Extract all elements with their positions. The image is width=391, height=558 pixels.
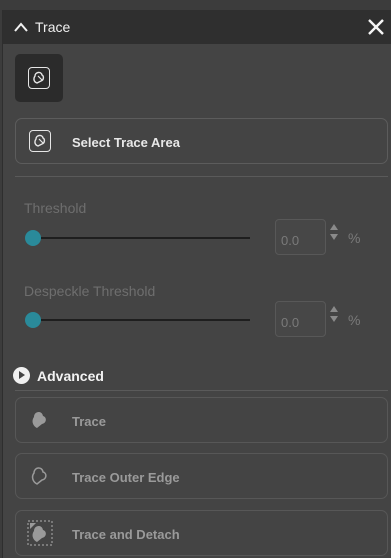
trace-filled-icon xyxy=(26,406,54,434)
trace-and-detach-button[interactable]: Trace and Detach xyxy=(15,510,388,556)
panel-title: Trace xyxy=(35,19,71,35)
panel-header[interactable]: Trace xyxy=(3,10,391,44)
trace-and-detach-label: Trace and Detach xyxy=(72,527,180,542)
trace-detach-icon xyxy=(26,519,54,547)
advanced-label: Advanced xyxy=(37,367,104,384)
increment-arrow-icon[interactable] xyxy=(330,306,338,312)
trace-panel: Trace Select Trace Area Threshold 0.0 % … xyxy=(2,10,391,558)
select-trace-area-label: Select Trace Area xyxy=(72,135,180,150)
despeckle-slider-thumb[interactable] xyxy=(25,312,41,328)
select-trace-area-button[interactable]: Select Trace Area xyxy=(15,118,388,164)
despeckle-stepper[interactable] xyxy=(329,306,339,322)
threshold-label: Threshold xyxy=(24,200,87,216)
trace-button[interactable]: Trace xyxy=(15,397,388,443)
decrement-arrow-icon[interactable] xyxy=(330,234,338,240)
threshold-slider-thumb[interactable] xyxy=(25,230,41,246)
threshold-slider[interactable] xyxy=(33,237,250,239)
increment-arrow-icon[interactable] xyxy=(330,224,338,230)
close-icon[interactable] xyxy=(367,18,385,36)
trace-area-icon xyxy=(29,130,51,152)
trace-outer-edge-label: Trace Outer Edge xyxy=(72,470,180,485)
despeckle-value-input[interactable]: 0.0 xyxy=(275,301,326,337)
despeckle-label: Despeckle Threshold xyxy=(24,283,156,299)
trace-area-icon xyxy=(28,67,50,89)
advanced-toggle[interactable]: Advanced xyxy=(13,367,104,384)
chevron-up-icon[interactable] xyxy=(13,21,29,33)
trace-outline-icon xyxy=(26,462,54,490)
threshold-stepper[interactable] xyxy=(329,224,339,240)
despeckle-unit: % xyxy=(348,312,361,328)
expand-arrow-icon xyxy=(13,367,30,384)
trace-outer-edge-button[interactable]: Trace Outer Edge xyxy=(15,453,388,499)
trace-tool-button[interactable] xyxy=(15,54,63,102)
decrement-arrow-icon[interactable] xyxy=(330,316,338,322)
trace-label: Trace xyxy=(72,414,106,429)
divider xyxy=(15,176,388,177)
divider xyxy=(15,390,388,391)
threshold-unit: % xyxy=(348,230,361,246)
threshold-value-input[interactable]: 0.0 xyxy=(275,219,326,255)
despeckle-slider[interactable] xyxy=(33,319,250,321)
